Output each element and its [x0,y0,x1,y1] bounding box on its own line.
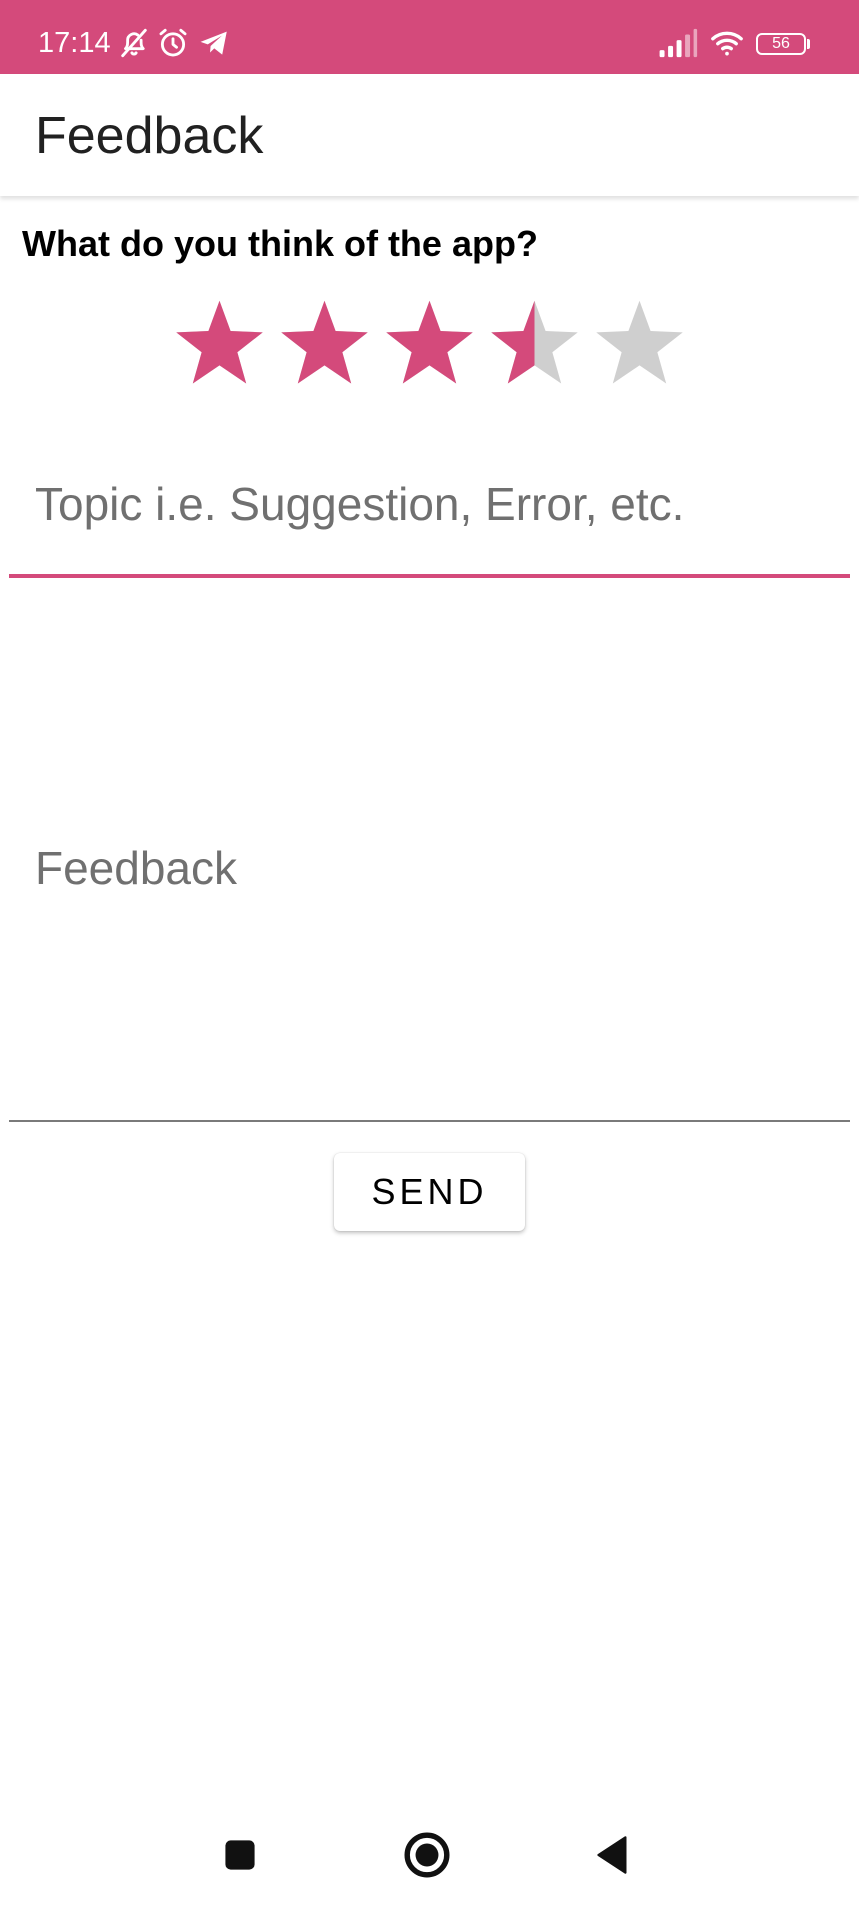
rating-question: What do you think of the app? [22,223,538,264]
feedback-input[interactable]: Feedback [9,590,850,1122]
star-icon[interactable] [487,297,582,391]
wifi-icon [708,26,746,60]
recents-square-icon[interactable] [215,1830,265,1880]
star-icon[interactable] [592,297,687,391]
status-bar: 17:14 56 [0,0,859,74]
home-circle-icon[interactable] [402,1830,452,1880]
battery-tip [807,39,810,49]
signal-icon [658,26,698,60]
back-triangle-icon[interactable] [589,1830,639,1880]
star-icon[interactable] [172,297,267,391]
topic-input[interactable] [9,460,850,578]
star-icon[interactable] [277,297,372,391]
navigation-bar [0,1800,859,1908]
bell-off-icon [117,26,151,60]
feedback-screen: 17:14 56 Feedback What do you think of t… [0,0,859,1908]
alarm-icon [156,26,190,60]
rating-bar[interactable] [172,297,687,391]
page-title: Feedback [35,107,264,165]
feedback-placeholder: Feedback [35,842,238,894]
app-bar: Feedback [0,74,859,196]
telegram-icon [197,26,231,60]
star-icon[interactable] [382,297,477,391]
send-button[interactable]: SEND [334,1153,525,1231]
status-time: 17:14 [38,27,111,59]
battery-icon: 56 [756,33,806,55]
